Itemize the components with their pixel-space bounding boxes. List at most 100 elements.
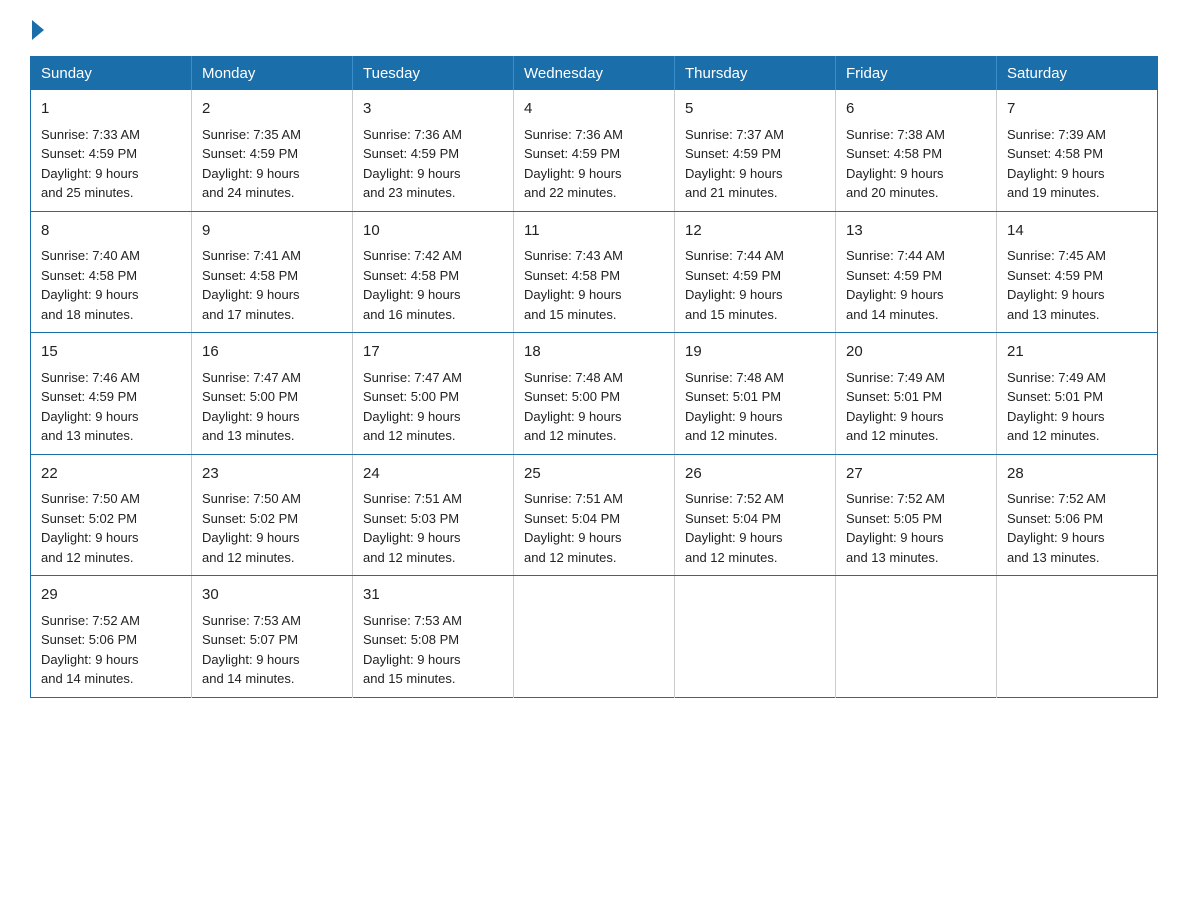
day-info: Sunrise: 7:43 AMSunset: 4:58 PMDaylight:… [524, 248, 623, 322]
calendar-cell: 15Sunrise: 7:46 AMSunset: 4:59 PMDayligh… [31, 333, 192, 455]
calendar-cell: 17 Sunrise: 7:47 AMSunset: 5:00 PMDayligh… [353, 333, 514, 455]
calendar-cell: 5 Sunrise: 7:37 AMSunset: 4:59 PMDaylight… [675, 90, 836, 211]
calendar-cell: 3 Sunrise: 7:36 AMSunset: 4:59 PMDaylight… [353, 90, 514, 211]
calendar-cell: 8 Sunrise: 7:40 AMSunset: 4:58 PMDaylight… [31, 211, 192, 333]
day-info: Sunrise: 7:48 AMSunset: 5:00 PMDaylight:… [524, 370, 623, 444]
week-row-4: 22Sunrise: 7:50 AMSunset: 5:02 PMDayligh… [31, 454, 1158, 576]
day-number: 30 [202, 584, 342, 607]
day-number: 26 [685, 463, 825, 486]
weekday-header-sunday: Sunday [31, 57, 192, 91]
calendar-cell: 31 Sunrise: 7:53 AMSunset: 5:08 PMDayligh… [353, 576, 514, 698]
day-number: 6 [846, 98, 986, 121]
day-info: Sunrise: 7:52 AMSunset: 5:05 PMDaylight:… [846, 491, 945, 565]
day-number: 17 [363, 341, 503, 364]
day-info: Sunrise: 7:37 AMSunset: 4:59 PMDaylight:… [685, 127, 784, 201]
week-row-3: 15Sunrise: 7:46 AMSunset: 4:59 PMDayligh… [31, 333, 1158, 455]
calendar-cell: 22Sunrise: 7:50 AMSunset: 5:02 PMDayligh… [31, 454, 192, 576]
calendar-cell [514, 576, 675, 698]
day-number: 23 [202, 463, 342, 486]
weekday-header-friday: Friday [836, 57, 997, 91]
day-number: 19 [685, 341, 825, 364]
day-number: 16 [202, 341, 342, 364]
weekday-header-row: SundayMondayTuesdayWednesdayThursdayFrid… [31, 57, 1158, 91]
day-number: 9 [202, 220, 342, 243]
day-number: 3 [363, 98, 503, 121]
calendar-cell: 23 Sunrise: 7:50 AMSunset: 5:02 PMDayligh… [192, 454, 353, 576]
day-info: Sunrise: 7:44 AMSunset: 4:59 PMDaylight:… [846, 248, 945, 322]
calendar-cell: 14 Sunrise: 7:45 AMSunset: 4:59 PMDayligh… [997, 211, 1158, 333]
day-number: 14 [1007, 220, 1147, 243]
calendar-cell: 10 Sunrise: 7:42 AMSunset: 4:58 PMDayligh… [353, 211, 514, 333]
day-info: Sunrise: 7:49 AMSunset: 5:01 PMDaylight:… [846, 370, 945, 444]
calendar-cell: 11 Sunrise: 7:43 AMSunset: 4:58 PMDayligh… [514, 211, 675, 333]
calendar-cell: 13 Sunrise: 7:44 AMSunset: 4:59 PMDayligh… [836, 211, 997, 333]
day-info: Sunrise: 7:41 AMSunset: 4:58 PMDaylight:… [202, 248, 301, 322]
day-info: Sunrise: 7:52 AMSunset: 5:04 PMDaylight:… [685, 491, 784, 565]
day-info: Sunrise: 7:53 AMSunset: 5:07 PMDaylight:… [202, 613, 301, 687]
day-number: 24 [363, 463, 503, 486]
day-number: 10 [363, 220, 503, 243]
day-info: Sunrise: 7:47 AMSunset: 5:00 PMDaylight:… [202, 370, 301, 444]
calendar-cell: 28 Sunrise: 7:52 AMSunset: 5:06 PMDayligh… [997, 454, 1158, 576]
day-number: 11 [524, 220, 664, 243]
day-number: 31 [363, 584, 503, 607]
day-info: Sunrise: 7:36 AMSunset: 4:59 PMDaylight:… [524, 127, 623, 201]
day-info: Sunrise: 7:46 AMSunset: 4:59 PMDaylight:… [41, 370, 140, 444]
day-number: 5 [685, 98, 825, 121]
calendar-cell: 29 Sunrise: 7:52 AMSunset: 5:06 PMDayligh… [31, 576, 192, 698]
day-number: 1 [41, 98, 181, 121]
calendar-cell: 24 Sunrise: 7:51 AMSunset: 5:03 PMDayligh… [353, 454, 514, 576]
day-info: Sunrise: 7:53 AMSunset: 5:08 PMDaylight:… [363, 613, 462, 687]
day-info: Sunrise: 7:44 AMSunset: 4:59 PMDaylight:… [685, 248, 784, 322]
calendar-cell [836, 576, 997, 698]
weekday-header-thursday: Thursday [675, 57, 836, 91]
day-info: Sunrise: 7:51 AMSunset: 5:04 PMDaylight:… [524, 491, 623, 565]
day-info: Sunrise: 7:38 AMSunset: 4:58 PMDaylight:… [846, 127, 945, 201]
day-info: Sunrise: 7:47 AMSunset: 5:00 PMDaylight:… [363, 370, 462, 444]
day-number: 18 [524, 341, 664, 364]
day-info: Sunrise: 7:36 AMSunset: 4:59 PMDaylight:… [363, 127, 462, 201]
week-row-1: 1 Sunrise: 7:33 AMSunset: 4:59 PMDaylight… [31, 90, 1158, 211]
day-info: Sunrise: 7:40 AMSunset: 4:58 PMDaylight:… [41, 248, 140, 322]
day-number: 20 [846, 341, 986, 364]
day-info: Sunrise: 7:35 AMSunset: 4:59 PMDaylight:… [202, 127, 301, 201]
day-number: 13 [846, 220, 986, 243]
calendar-cell: 18 Sunrise: 7:48 AMSunset: 5:00 PMDayligh… [514, 333, 675, 455]
page-header [30, 20, 1158, 40]
day-info: Sunrise: 7:39 AMSunset: 4:58 PMDaylight:… [1007, 127, 1106, 201]
day-info: Sunrise: 7:33 AMSunset: 4:59 PMDaylight:… [41, 127, 140, 201]
day-number: 25 [524, 463, 664, 486]
calendar-cell [997, 576, 1158, 698]
weekday-header-tuesday: Tuesday [353, 57, 514, 91]
calendar-cell: 25 Sunrise: 7:51 AMSunset: 5:04 PMDayligh… [514, 454, 675, 576]
day-info: Sunrise: 7:50 AMSunset: 5:02 PMDaylight:… [41, 491, 140, 565]
day-info: Sunrise: 7:49 AMSunset: 5:01 PMDaylight:… [1007, 370, 1106, 444]
calendar-cell: 1 Sunrise: 7:33 AMSunset: 4:59 PMDaylight… [31, 90, 192, 211]
day-info: Sunrise: 7:52 AMSunset: 5:06 PMDaylight:… [41, 613, 140, 687]
calendar-cell: 27 Sunrise: 7:52 AMSunset: 5:05 PMDayligh… [836, 454, 997, 576]
day-number: 29 [41, 584, 181, 607]
day-info: Sunrise: 7:45 AMSunset: 4:59 PMDaylight:… [1007, 248, 1106, 322]
calendar-cell: 2 Sunrise: 7:35 AMSunset: 4:59 PMDaylight… [192, 90, 353, 211]
calendar-cell: 4 Sunrise: 7:36 AMSunset: 4:59 PMDaylight… [514, 90, 675, 211]
day-info: Sunrise: 7:52 AMSunset: 5:06 PMDaylight:… [1007, 491, 1106, 565]
weekday-header-wednesday: Wednesday [514, 57, 675, 91]
day-number: 28 [1007, 463, 1147, 486]
day-info: Sunrise: 7:42 AMSunset: 4:58 PMDaylight:… [363, 248, 462, 322]
calendar-table: SundayMondayTuesdayWednesdayThursdayFrid… [30, 56, 1158, 698]
calendar-cell: 26 Sunrise: 7:52 AMSunset: 5:04 PMDayligh… [675, 454, 836, 576]
day-number: 8 [41, 220, 181, 243]
day-info: Sunrise: 7:51 AMSunset: 5:03 PMDaylight:… [363, 491, 462, 565]
day-number: 12 [685, 220, 825, 243]
day-number: 27 [846, 463, 986, 486]
day-number: 21 [1007, 341, 1147, 364]
day-number: 7 [1007, 98, 1147, 121]
weekday-header-saturday: Saturday [997, 57, 1158, 91]
day-number: 4 [524, 98, 664, 121]
logo-arrow-icon [32, 20, 44, 40]
calendar-cell: 9 Sunrise: 7:41 AMSunset: 4:58 PMDaylight… [192, 211, 353, 333]
calendar-cell: 7 Sunrise: 7:39 AMSunset: 4:58 PMDaylight… [997, 90, 1158, 211]
day-number: 2 [202, 98, 342, 121]
day-info: Sunrise: 7:50 AMSunset: 5:02 PMDaylight:… [202, 491, 301, 565]
week-row-2: 8 Sunrise: 7:40 AMSunset: 4:58 PMDaylight… [31, 211, 1158, 333]
